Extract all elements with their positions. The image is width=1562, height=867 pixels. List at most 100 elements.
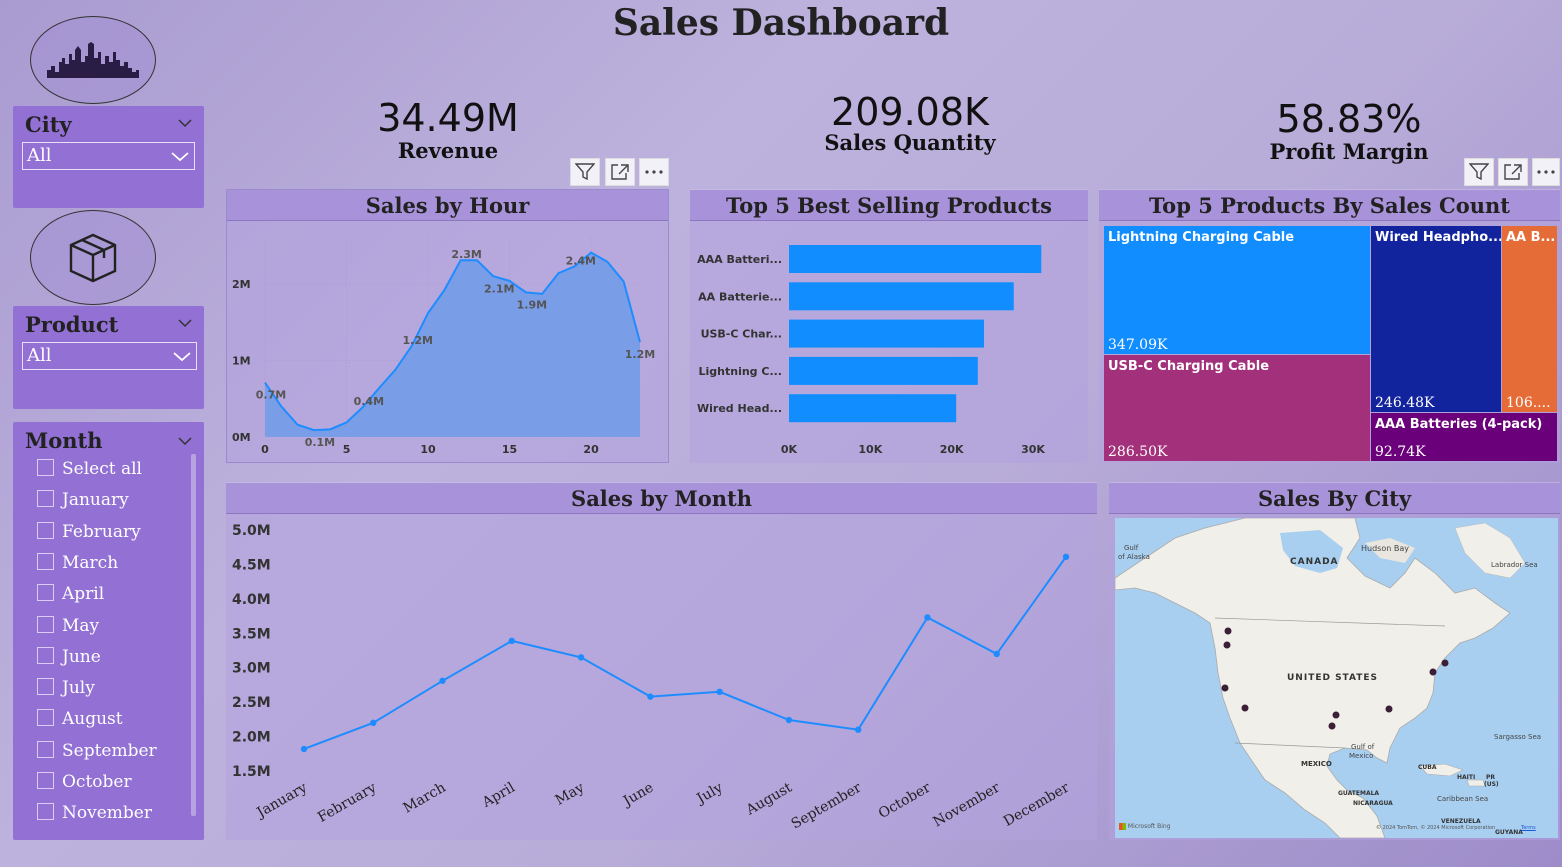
treemap-tile[interactable]: Wired Headpho... 246.48K xyxy=(1371,226,1501,412)
city-slicer[interactable]: City All xyxy=(13,106,204,208)
checkbox[interactable] xyxy=(37,803,54,821)
focus-mode-button[interactable] xyxy=(605,158,635,186)
top5-sales-count-visual[interactable]: Top 5 Products By Sales Count Lightning … xyxy=(1099,189,1560,463)
month-scrollbar[interactable] xyxy=(191,454,196,816)
checkbox[interactable] xyxy=(37,772,54,789)
map-label: Hudson Bay xyxy=(1361,544,1409,553)
map-label: Labrador Sea xyxy=(1491,561,1538,569)
data-point xyxy=(439,677,446,684)
checkbox[interactable] xyxy=(37,490,54,508)
sales-by-hour-visual[interactable]: Sales by Hour 0M 1M 2M 0 5 10 15 20 0.7M 0.1M 0.4M… xyxy=(226,189,669,463)
month-option[interactable]: July xyxy=(37,677,95,699)
kpi-revenue: 34.49M Revenue xyxy=(330,96,566,163)
month-option[interactable]: June xyxy=(37,646,101,668)
checkbox[interactable] xyxy=(37,646,54,664)
focus-mode-icon xyxy=(611,164,629,180)
month-option-label: May xyxy=(62,615,100,636)
more-options-button[interactable] xyxy=(1532,158,1560,186)
chevron-down-icon[interactable] xyxy=(178,116,192,130)
map-label: CUBA xyxy=(1418,764,1437,771)
month-option[interactable]: April xyxy=(37,583,104,605)
bar xyxy=(789,245,1042,273)
product-slicer[interactable]: Product All xyxy=(13,306,204,409)
chevron-down-icon[interactable] xyxy=(178,316,192,330)
treemap-tile-label: AA B... xyxy=(1506,230,1556,245)
more-options-icon xyxy=(1537,170,1555,174)
month-option[interactable]: September xyxy=(37,740,157,762)
treemap-tile[interactable]: USB-C Charging Cable 286.50K xyxy=(1104,355,1370,461)
product-dropdown-value: All xyxy=(27,345,52,366)
checkbox[interactable] xyxy=(37,552,54,570)
month-option-label: June xyxy=(62,646,101,667)
month-option-label: March xyxy=(62,552,119,573)
x-tick-label: 0K xyxy=(781,443,798,456)
focus-mode-button[interactable] xyxy=(1498,158,1528,186)
data-point xyxy=(300,745,308,753)
product-dropdown[interactable]: All xyxy=(22,342,197,370)
checkbox[interactable] xyxy=(37,615,54,633)
filter-button[interactable] xyxy=(1464,158,1494,186)
treemap-tile-label: Lightning Charging Cable xyxy=(1108,230,1295,245)
page-title: Sales Dashboard xyxy=(612,2,950,44)
sales-by-city-visual[interactable]: Sales By City Gulf of Alaska Hudson Bay … xyxy=(1109,482,1560,840)
y-tick-label: 3.5M xyxy=(232,626,271,642)
sales-by-month-visual[interactable]: Sales by Month 1.5M 2.0M 2.5M 3.0M 3.5M 4.0M 4… xyxy=(226,482,1097,840)
category-label: Lightning C... xyxy=(699,365,783,378)
treemap-tile[interactable]: Lightning Charging Cable 347.09K xyxy=(1104,226,1370,354)
x-tick-label: 30K xyxy=(1021,443,1045,456)
top5-best-selling-visual[interactable]: Top 5 Best Selling Products AAA Batteri.… xyxy=(690,189,1088,463)
month-option-label: August xyxy=(62,709,123,730)
month-option[interactable]: August xyxy=(37,708,123,730)
map-label: MEXICO xyxy=(1301,760,1332,768)
month-option[interactable]: March xyxy=(37,552,118,574)
month-option[interactable]: February xyxy=(37,521,141,543)
checkbox[interactable] xyxy=(37,521,54,539)
map-label: GUATEMALA xyxy=(1338,790,1380,797)
checkbox[interactable] xyxy=(37,459,54,476)
top5-sales-count-title: Top 5 Products By Sales Count xyxy=(1099,190,1560,221)
more-options-button[interactable] xyxy=(639,158,669,186)
month-option[interactable]: Select all xyxy=(37,458,142,480)
x-tick-label: 10 xyxy=(420,443,436,456)
month-option[interactable]: May xyxy=(37,615,99,637)
data-point xyxy=(785,716,793,724)
kpi-profit-margin: 58.83% Profit Margin xyxy=(1232,97,1466,164)
product-logo xyxy=(30,210,156,305)
microsoft-bing-logo: Microsoft Bing xyxy=(1119,823,1171,830)
checkbox[interactable] xyxy=(37,678,54,696)
filter-button[interactable] xyxy=(570,158,600,186)
city-dropdown[interactable]: All xyxy=(22,142,195,170)
y-tick-label: 1.5M xyxy=(232,764,271,780)
x-tick-label: September xyxy=(789,779,865,832)
x-tick-label: 20K xyxy=(940,443,964,456)
checkbox[interactable] xyxy=(37,584,54,602)
map-terms-link[interactable]: Terms xyxy=(1521,825,1536,831)
treemap-tile[interactable]: AA B... 106.... xyxy=(1502,226,1557,412)
checkbox[interactable] xyxy=(37,709,54,727)
month-slicer-title: Month xyxy=(25,428,103,453)
month-option[interactable]: January xyxy=(37,489,129,511)
x-tick-label: August xyxy=(743,779,795,819)
treemap-tile-label: USB-C Charging Cable xyxy=(1108,359,1270,374)
month-option[interactable]: October xyxy=(37,771,132,793)
kpi-value: 209.08K xyxy=(831,90,989,134)
bing-logo-icon xyxy=(1119,823,1126,830)
checkbox[interactable] xyxy=(37,740,54,758)
chevron-down-icon[interactable] xyxy=(178,434,192,448)
month-slicer[interactable]: Month Select all January February March Apri… xyxy=(13,422,204,840)
city-map[interactable]: Gulf of Alaska Hudson Bay CANADA Labrado… xyxy=(1115,518,1558,838)
product-slicer-title: Product xyxy=(25,312,119,337)
kpi-value: 58.83% xyxy=(1276,97,1422,141)
map-label: Gulf xyxy=(1124,544,1139,552)
map-label: Caribbean Sea xyxy=(1437,795,1489,803)
bar xyxy=(789,394,957,423)
treemap-tile[interactable]: AAA Batteries (4-pack) 92.74K xyxy=(1371,413,1557,461)
month-option[interactable]: November xyxy=(37,802,152,824)
y-tick-label: 2.5M xyxy=(232,695,271,711)
x-tick-label: 20 xyxy=(583,443,599,456)
map-label: CANADA xyxy=(1290,557,1339,567)
data-point xyxy=(647,693,654,700)
map-label: NICARAGUA xyxy=(1353,800,1393,807)
x-tick-label: June xyxy=(619,780,656,811)
map-label: VENEZUELA xyxy=(1441,818,1481,825)
